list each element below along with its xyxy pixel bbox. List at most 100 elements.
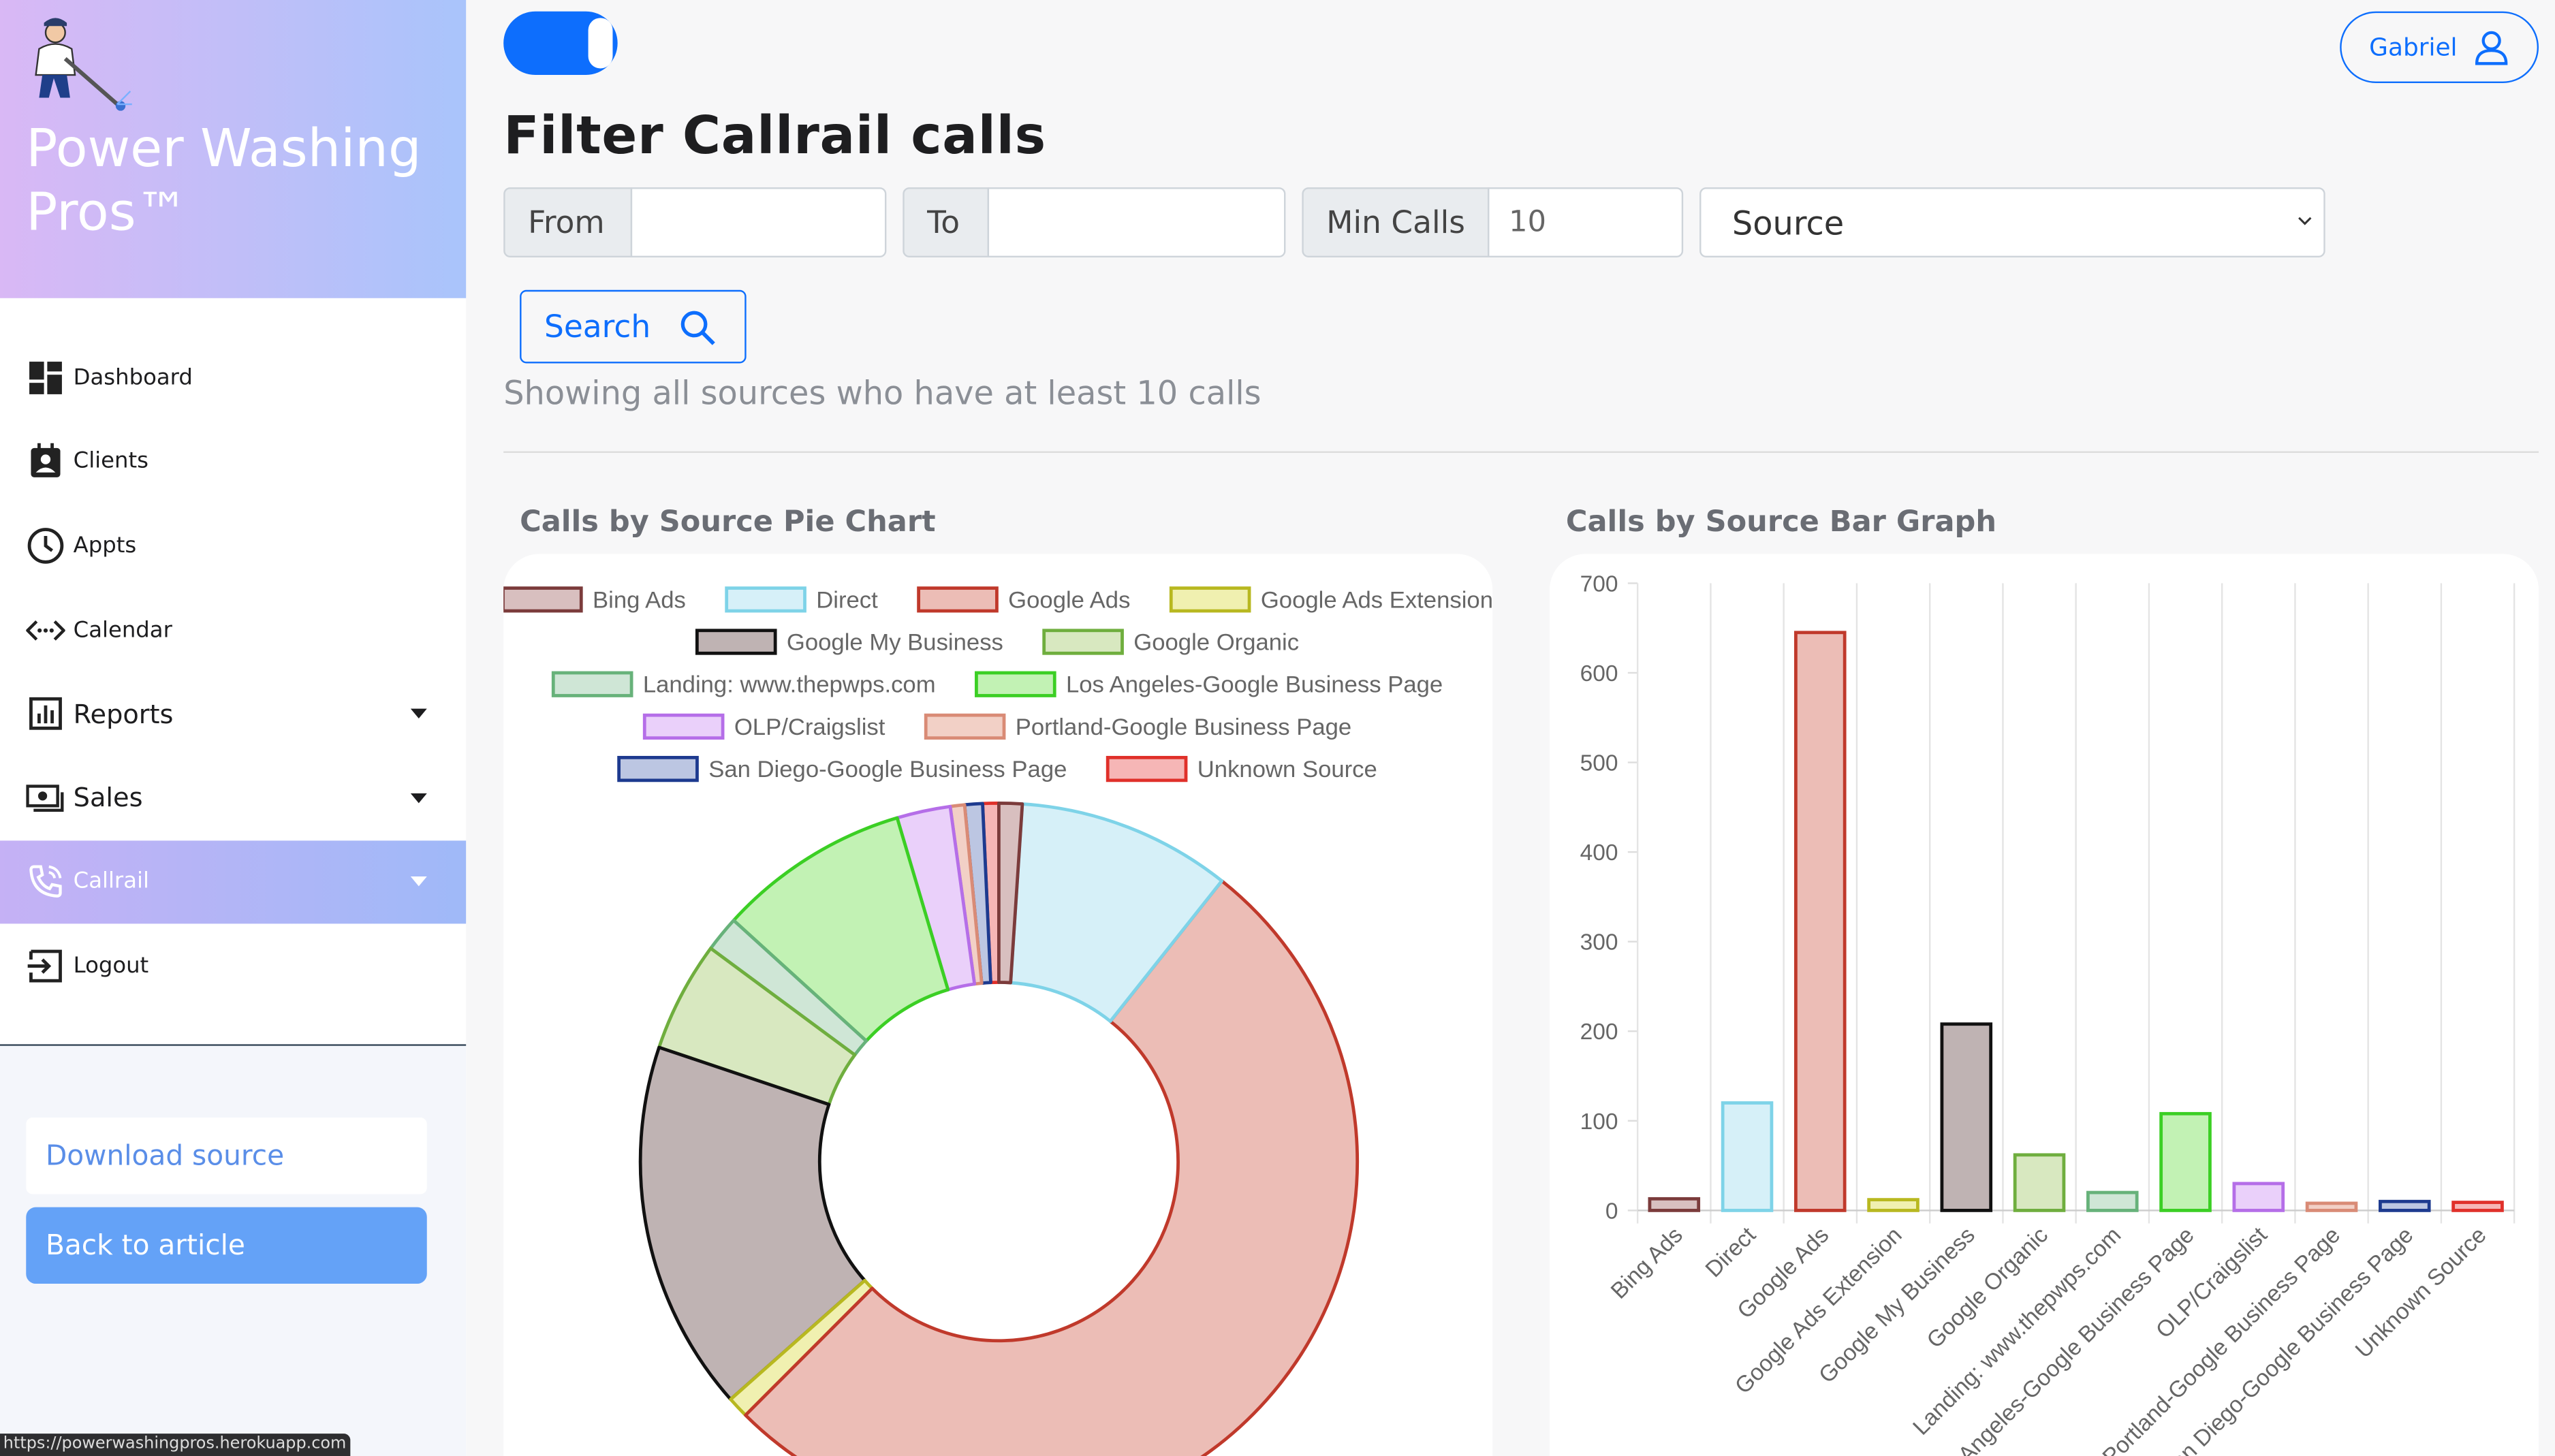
pie-chart: Bing Ads Direct Google Ads Google Ads Exten… [501,586,1493,1456]
caret-down-icon [410,709,427,719]
legend-swatch-direct[interactable] [725,586,806,613]
theme-toggle[interactable] [503,11,618,76]
results-summary: Showing all sources who have at least 10… [503,373,1261,413]
bar-landing-www-thepwps-com[interactable] [2086,1190,2139,1212]
legend-label-san-diego-google-business-page[interactable]: San Diego-Google Business Page [708,757,1067,782]
logout-icon [26,947,65,985]
sidebar: Power Washing Pros™ Dashboard Clients Ap… [0,0,467,1456]
sidebar-item-appts[interactable]: Appts [0,504,466,588]
legend-swatch-google-ads[interactable] [917,586,999,613]
legend-swatch-unknown-source[interactable] [1106,755,1188,782]
legend-swatch-los-angeles-google-business-page[interactable] [975,671,1056,697]
brand-title: Power Washing Pros™ [26,117,422,243]
y-tick-label: 200 [1580,1019,1618,1045]
user-icon [2475,31,2508,65]
sidebar-item-sales[interactable]: Sales [0,756,466,840]
sidebar-item-label: Reports [73,698,174,729]
y-tick-label: 300 [1580,930,1618,955]
y-tick-label: 500 [1580,751,1618,776]
legend-label-los-angeles-google-business-page[interactable]: Los Angeles-Google Business Page [1066,672,1443,698]
legend-label-landing-www-thepwps-com[interactable]: Landing: www.thepwps.com [643,672,936,698]
sidebar-item-dashboard[interactable]: Dashboard [0,336,466,420]
bar-google-ads[interactable] [1794,631,1847,1212]
x-tick-label: Direct [1701,1222,1761,1282]
legend-swatch-google-my-business[interactable] [695,629,777,655]
min-calls-label: Min Calls [1302,187,1490,257]
legend-swatch-olp-craigslist[interactable] [642,713,725,740]
source-select-value: Source [1731,202,1845,242]
to-date-input[interactable] [987,187,1286,257]
bar-chart-icon [26,694,65,733]
legend-label-direct[interactable]: Direct [816,587,878,613]
legend-label-google-organic[interactable]: Google Organic [1133,629,1299,655]
sidebar-item-clients[interactable]: Clients [0,420,466,503]
sidebar-nav: Dashboard Clients Appts Calendar Reports… [0,336,467,1008]
chevron-down-icon [2298,217,2312,225]
sidebar-item-label: Appts [73,533,137,559]
search-icon [680,311,715,345]
sidebar-item-label: Clients [73,448,148,475]
bar-olp-craigslist[interactable] [2232,1182,2285,1212]
from-date-input[interactable] [630,187,887,257]
y-tick-label: 700 [1580,571,1618,597]
bar-san-diego-google-business-page[interactable] [2379,1199,2431,1212]
dashboard-icon [26,358,65,397]
legend-swatch-landing-www-thepwps-com[interactable] [551,671,633,697]
legend-swatch-bing-ads[interactable] [501,586,583,613]
bar-direct[interactable] [1721,1101,1774,1212]
sidebar-item-label: Callrail [73,868,149,896]
search-button-label: Search [544,308,651,345]
bar-google-organic[interactable] [2013,1153,2066,1212]
legend-swatch-portland-google-business-page[interactable] [924,713,1006,740]
pie-chart-card: Bing Ads Direct Google Ads Google Ads Exten… [501,554,1493,1456]
user-menu-button[interactable]: Gabriel [2340,11,2539,84]
bar-bing-ads[interactable] [1648,1197,1701,1212]
sidebar-item-callrail[interactable]: Callrail [0,840,467,924]
legend-label-olp-craigslist[interactable]: OLP/Craigslist [734,714,885,740]
legend-label-unknown-source[interactable]: Unknown Source [1197,757,1377,782]
legend-swatch-google-ads-extension[interactable] [1169,586,1251,613]
legend-label-google-ads-extension[interactable]: Google Ads Extension [1261,587,1493,613]
sidebar-item-reports[interactable]: Reports [0,671,466,755]
code-arrows-icon [26,610,65,649]
x-tick-label: Unknown Source [2351,1222,2491,1363]
sidebar-item-label: Dashboard [73,364,193,391]
caret-down-icon [410,876,427,887]
bar-chart: 0100200300400500600700Bing Ads DirectGoog… [1580,571,2515,1456]
bar-google-my-business[interactable] [1940,1022,1993,1212]
min-calls-input[interactable]: 10 [1488,187,1684,257]
legend-label-google-ads[interactable]: Google Ads [1008,587,1130,613]
contact-card-icon [26,442,65,481]
search-button[interactable]: Search [520,289,747,364]
bar-unknown-source[interactable] [2451,1201,2504,1212]
status-bar-url: https://powerwashingpros.herokuapp.com [0,1434,351,1456]
source-select[interactable]: Source [1699,187,2325,257]
to-label: To [903,187,990,257]
bar-google-ads-extension[interactable] [1867,1198,1919,1212]
content-divider [503,451,2539,454]
legend-label-portland-google-business-page[interactable]: Portland-Google Business Page [1016,714,1351,740]
bar-portland-google-business-page[interactable] [2305,1201,2358,1212]
y-tick-label: 100 [1580,1109,1618,1135]
download-source-button[interactable]: Download source [26,1118,427,1194]
bar-chart-title: Calls by Source Bar Graph [1565,505,1997,539]
sidebar-item-calendar[interactable]: Calendar [0,588,466,671]
legend-swatch-san-diego-google-business-page[interactable] [617,755,699,782]
back-to-article-button[interactable]: Back to article [26,1207,427,1284]
sidebar-item-logout[interactable]: Logout [0,924,466,1008]
y-tick-label: 400 [1580,840,1618,866]
legend-label-google-my-business[interactable]: Google My Business [787,629,1003,655]
legend-swatch-google-organic[interactable] [1042,629,1124,655]
pie-chart-title: Calls by Source Pie Chart [520,505,936,539]
cash-icon [26,778,65,817]
clock-icon [26,526,65,565]
brand-header: Power Washing Pros™ [0,0,467,298]
from-label: From [503,187,633,257]
bar-los-angeles-google-business-page[interactable] [2159,1111,2212,1212]
legend-label-bing-ads[interactable]: Bing Ads [593,587,686,613]
toggle-knob [588,18,613,69]
sidebar-item-label: Sales [73,782,143,814]
page-title: Filter Callrail calls [503,104,1046,167]
sidebar-item-label: Calendar [73,616,172,643]
phone-icon [26,862,65,901]
